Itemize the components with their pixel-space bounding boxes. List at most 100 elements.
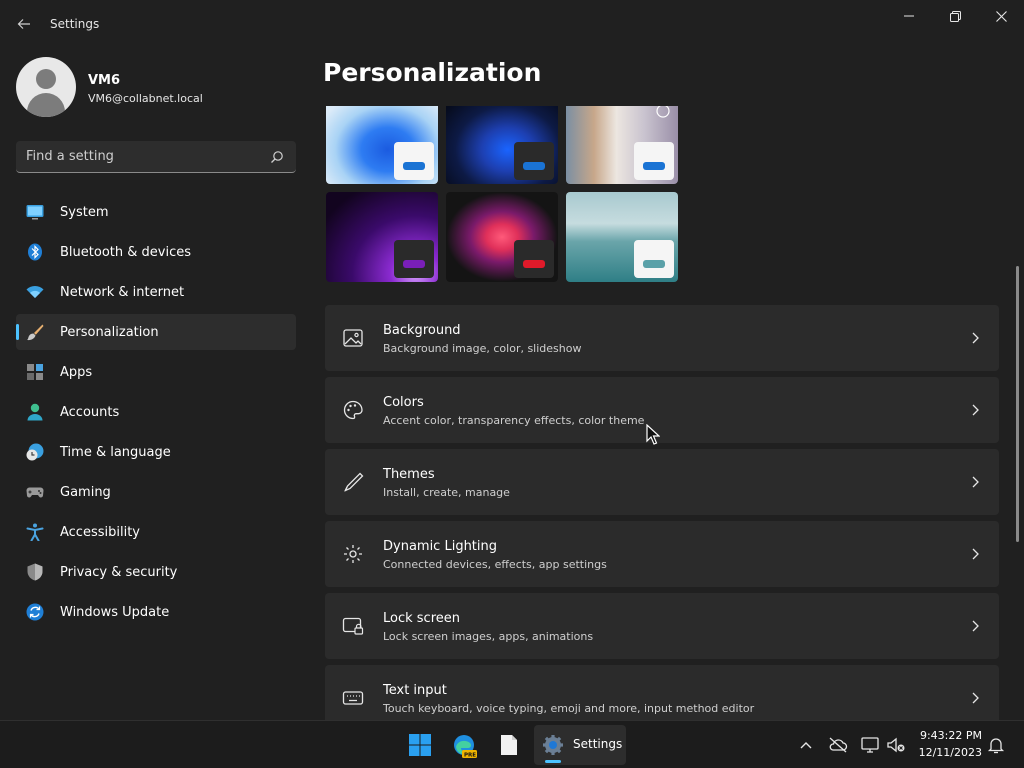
back-arrow-icon [17,19,30,29]
lock-screen-card[interactable]: Lock screen Lock screen images, apps, an… [325,593,999,659]
sidebar-item-label: Bluetooth & devices [60,244,191,260]
lock-screen-icon [342,617,364,635]
card-subtitle: Accent color, transparency effects, colo… [383,414,645,427]
card-title: Colors [383,395,424,410]
clock-time[interactable]: 9:43:22 PM [918,729,982,742]
mouse-cursor-icon [646,424,660,445]
app-title: Settings [50,17,100,31]
sidebar-item-accounts[interactable]: Accounts [16,394,296,430]
search-box[interactable] [16,141,296,173]
title-bar: Settings [0,0,1024,48]
update-icon [26,603,44,621]
keyboard-icon [342,691,364,705]
user-email: VM6@collabnet.local [88,92,203,105]
brush-icon [27,324,44,341]
chevron-right-icon [972,476,979,488]
theme-options-icon [656,106,670,118]
chevron-right-icon [972,548,979,560]
page-title: Personalization [323,58,542,87]
volume-muted-icon[interactable] [886,735,906,755]
search-input[interactable] [26,141,266,172]
card-subtitle: Touch keyboard, voice typing, emoji and … [383,702,755,715]
apps-icon [27,364,43,380]
accessibility-icon [26,523,44,541]
settings-taskbar-button[interactable]: Settings [534,725,626,765]
card-title: Lock screen [383,611,460,626]
sidebar-item-bluetooth[interactable]: Bluetooth & devices [16,234,296,270]
back-button[interactable] [14,14,34,34]
edge-browser-icon: PRE [454,735,477,759]
text-input-card[interactable]: Text input Touch keyboard, voice typing,… [325,665,999,720]
sidebar-nav: System Bluetooth & devices Network & int… [16,194,296,634]
edge-button[interactable]: PRE [444,725,484,765]
chevron-right-icon [972,332,979,344]
colors-card[interactable]: Colors Accent color, transparency effect… [325,377,999,443]
theme-windows-dark[interactable] [446,106,558,184]
close-button[interactable] [978,0,1024,32]
theme-glow[interactable] [326,192,438,282]
sidebar-item-system[interactable]: System [16,194,296,230]
sidebar-item-label: Accounts [60,404,120,420]
sidebar-item-apps[interactable]: Apps [16,354,296,390]
display-icon[interactable] [860,735,880,755]
restore-button[interactable] [932,0,978,32]
card-title: Text input [383,683,447,698]
card-title: Themes [383,467,435,482]
dynamic-lighting-card[interactable]: Dynamic Lighting Connected devices, effe… [325,521,999,587]
sidebar-item-windows-update[interactable]: Windows Update [16,594,296,630]
onedrive-offline-icon[interactable] [828,735,848,755]
theme-flow[interactable] [446,192,558,282]
sidebar-item-privacy[interactable]: Privacy & security [16,554,296,590]
sidebar-item-network[interactable]: Network & internet [16,274,296,310]
sidebar-item-personalization[interactable]: Personalization [16,314,296,350]
sidebar-item-label: Windows Update [60,604,170,620]
theme-sunrise[interactable] [566,192,678,282]
clock-date[interactable]: 12/11/2023 [918,746,982,759]
sidebar-item-label: Accessibility [60,524,140,540]
sidebar-item-label: System [60,204,109,220]
windows-logo-icon [409,734,431,756]
document-icon [501,735,517,755]
bell-icon[interactable] [986,735,1006,755]
bluetooth-icon [28,243,42,261]
lighting-icon [344,545,362,563]
chevron-right-icon [972,620,979,632]
pen-icon [344,472,364,492]
close-icon [995,10,1007,22]
running-indicator [545,760,561,763]
scrollbar-thumb[interactable] [1016,266,1019,542]
card-subtitle: Connected devices, effects, app settings [383,558,607,571]
system-icon [26,205,44,220]
gaming-icon [26,487,44,498]
chevron-up-icon[interactable] [796,735,816,755]
svg-text:PRE: PRE [464,753,476,759]
sidebar-item-label: Network & internet [60,284,185,300]
minimize-icon [904,15,914,17]
search-icon [271,151,283,163]
user-name: VM6 [88,73,121,88]
notepad-button[interactable] [488,725,528,765]
chevron-right-icon [972,692,979,704]
sidebar-item-accessibility[interactable]: Accessibility [16,514,296,550]
restore-icon [949,10,961,22]
avatar [16,57,76,117]
themes-card[interactable]: Themes Install, create, manage [325,449,999,515]
background-card[interactable]: Background Background image, color, slid… [325,305,999,371]
sidebar-item-label: Apps [60,364,93,380]
card-subtitle: Background image, color, slideshow [383,342,582,355]
theme-captured-motion[interactable] [566,106,678,184]
accounts-icon [27,403,43,421]
sidebar-item-gaming[interactable]: Gaming [16,474,296,510]
card-subtitle: Lock screen images, apps, animations [383,630,594,643]
minimize-button[interactable] [886,0,932,32]
chevron-right-icon [972,404,979,416]
card-title: Dynamic Lighting [383,539,498,554]
theme-windows-light[interactable] [326,106,438,184]
taskbar: PRE Settings 9:43:22 PM 12/11/2023 [0,720,1024,768]
sidebar-item-label: Privacy & security [60,564,178,580]
image-icon [343,329,363,347]
start-button[interactable] [400,725,440,765]
sidebar-item-label: Time & language [60,444,171,460]
time-icon [26,443,44,461]
sidebar-item-time[interactable]: Time & language [16,434,296,470]
